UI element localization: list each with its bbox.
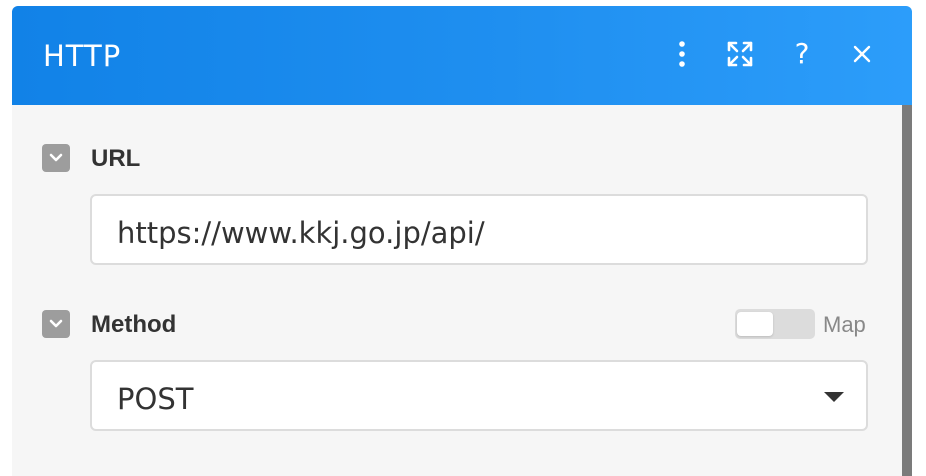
help-glyph: ? — [794, 37, 810, 70]
method-collapse-chevron-icon[interactable] — [42, 310, 70, 338]
method-select[interactable]: POST — [90, 360, 868, 431]
url-input-value: https://www.kkj.go.jp/api/ — [117, 216, 485, 250]
panel-title: HTTP — [43, 39, 122, 73]
panel-scrollbar[interactable] — [902, 105, 912, 476]
map-toggle[interactable] — [735, 309, 815, 339]
url-collapse-chevron-icon[interactable] — [42, 144, 70, 172]
url-input[interactable]: https://www.kkj.go.jp/api/ — [90, 194, 868, 265]
close-icon[interactable] — [844, 36, 880, 72]
more-vertical-icon[interactable] — [664, 36, 700, 72]
http-module-panel: HTTP ? URL https://www.kkj.go.jp/api/ Me… — [12, 6, 912, 476]
method-label: Method — [91, 311, 177, 338]
method-select-value: POST — [117, 382, 194, 416]
help-icon[interactable]: ? — [784, 36, 820, 72]
map-toggle-label: Map — [823, 312, 866, 337]
url-label: URL — [91, 145, 141, 172]
caret-down-icon — [824, 392, 844, 402]
map-toggle-knob — [737, 312, 773, 336]
panel-header: HTTP ? — [12, 6, 912, 105]
expand-icon[interactable] — [722, 36, 758, 72]
